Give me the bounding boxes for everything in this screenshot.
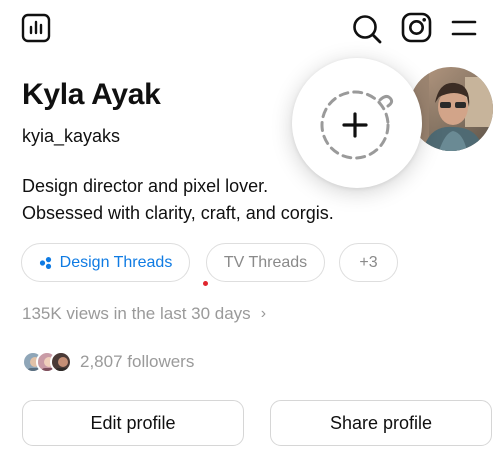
profile-bio: Design director and pixel lover. Obsesse… (22, 173, 334, 227)
profile-name: Kyla Ayak (22, 78, 161, 111)
chip-label: +3 (359, 253, 378, 271)
chip-label: TV Threads (223, 253, 308, 271)
instagram-icon[interactable] (400, 11, 433, 44)
profile-handle: kyia_kayaks (22, 126, 121, 146)
chip-label: Design Threads (59, 253, 173, 271)
chip-more[interactable]: +3 (339, 243, 398, 282)
follower-avatar (50, 351, 72, 373)
insights-chart-icon[interactable] (20, 12, 52, 44)
followers-link[interactable]: 2,807 followers (22, 349, 194, 375)
top-bar (0, 0, 502, 56)
edit-profile-button[interactable]: Edit profile (22, 400, 244, 446)
chevron-right-icon: › (260, 305, 267, 322)
add-story-bubble[interactable] (292, 58, 422, 188)
chip-design-threads[interactable]: Design Threads (21, 243, 190, 282)
bio-line: Obsessed with clarity, craft, and corgis… (22, 203, 334, 223)
menu-icon[interactable] (449, 14, 479, 42)
threads-dots-icon (39, 256, 51, 269)
bio-line: Design director and pixel lover. (22, 176, 269, 196)
avatar[interactable] (409, 67, 493, 151)
followers-count: 2,807 followers (80, 352, 195, 371)
share-profile-button[interactable]: Share profile (270, 400, 492, 446)
chip-tv-threads[interactable]: TV Threads (206, 243, 325, 282)
views-text: 135K views in the last 30 days (22, 304, 251, 323)
notification-dot (203, 281, 208, 286)
plus-icon (320, 90, 394, 160)
views-link[interactable]: 135K views in the last 30 days › (22, 304, 266, 324)
search-icon[interactable] (350, 12, 384, 46)
